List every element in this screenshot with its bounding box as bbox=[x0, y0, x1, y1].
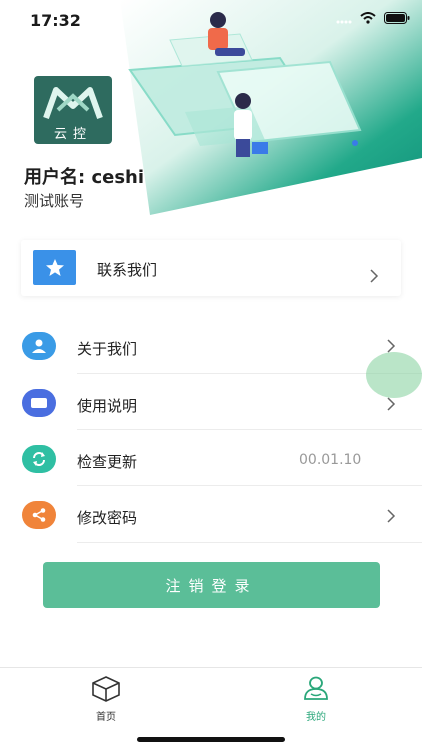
contact-us-item[interactable]: 联系我们 bbox=[21, 240, 401, 296]
star-icon bbox=[33, 250, 76, 285]
logo-mark-icon bbox=[43, 87, 103, 120]
tab-home[interactable]: 首页 bbox=[76, 674, 136, 723]
profile-icon bbox=[304, 676, 328, 700]
share-icon bbox=[22, 501, 56, 529]
logout-button[interactable]: 注销登录 bbox=[43, 562, 380, 608]
chevron-right-icon bbox=[387, 397, 396, 411]
cube-icon bbox=[92, 676, 120, 702]
touch-indicator bbox=[366, 352, 422, 398]
menu-item-change-password[interactable]: 修改密码 bbox=[0, 486, 422, 543]
status-time: 17:32 bbox=[30, 11, 81, 30]
menu-item-check-update[interactable]: 检查更新 00.01.10 bbox=[0, 430, 422, 486]
home-indicator bbox=[137, 737, 285, 742]
chevron-right-icon bbox=[370, 269, 379, 283]
user-icon bbox=[22, 332, 56, 360]
menu-item-label: 关于我们 bbox=[77, 340, 138, 358]
menu-item-label: 使用说明 bbox=[77, 397, 138, 415]
status-icons bbox=[336, 12, 410, 24]
tab-mine-label: 我的 bbox=[306, 712, 326, 723]
chevron-right-icon bbox=[387, 509, 396, 523]
battery-icon bbox=[384, 12, 410, 24]
menu-item-about[interactable]: 关于我们 bbox=[0, 318, 422, 374]
version-number: 00.01.10 bbox=[299, 452, 362, 468]
menu-item-label: 检查更新 bbox=[77, 453, 138, 471]
app-logo: 云控 bbox=[34, 76, 112, 144]
tab-mine[interactable]: 我的 bbox=[286, 674, 346, 723]
tab-home-label: 首页 bbox=[96, 712, 116, 723]
account-type: 测试账号 bbox=[24, 192, 85, 210]
logo-text: 云控 bbox=[53, 127, 92, 142]
signal-icon bbox=[336, 20, 352, 24]
menu-item-label: 修改密码 bbox=[77, 509, 138, 527]
message-icon bbox=[22, 389, 56, 417]
contact-us-label: 联系我们 bbox=[97, 261, 158, 279]
username: 用户名: ceshi bbox=[24, 167, 145, 188]
wifi-icon bbox=[360, 12, 376, 24]
refresh-icon bbox=[22, 445, 56, 473]
menu-item-instructions[interactable]: 使用说明 bbox=[0, 374, 422, 430]
divider bbox=[77, 542, 422, 543]
